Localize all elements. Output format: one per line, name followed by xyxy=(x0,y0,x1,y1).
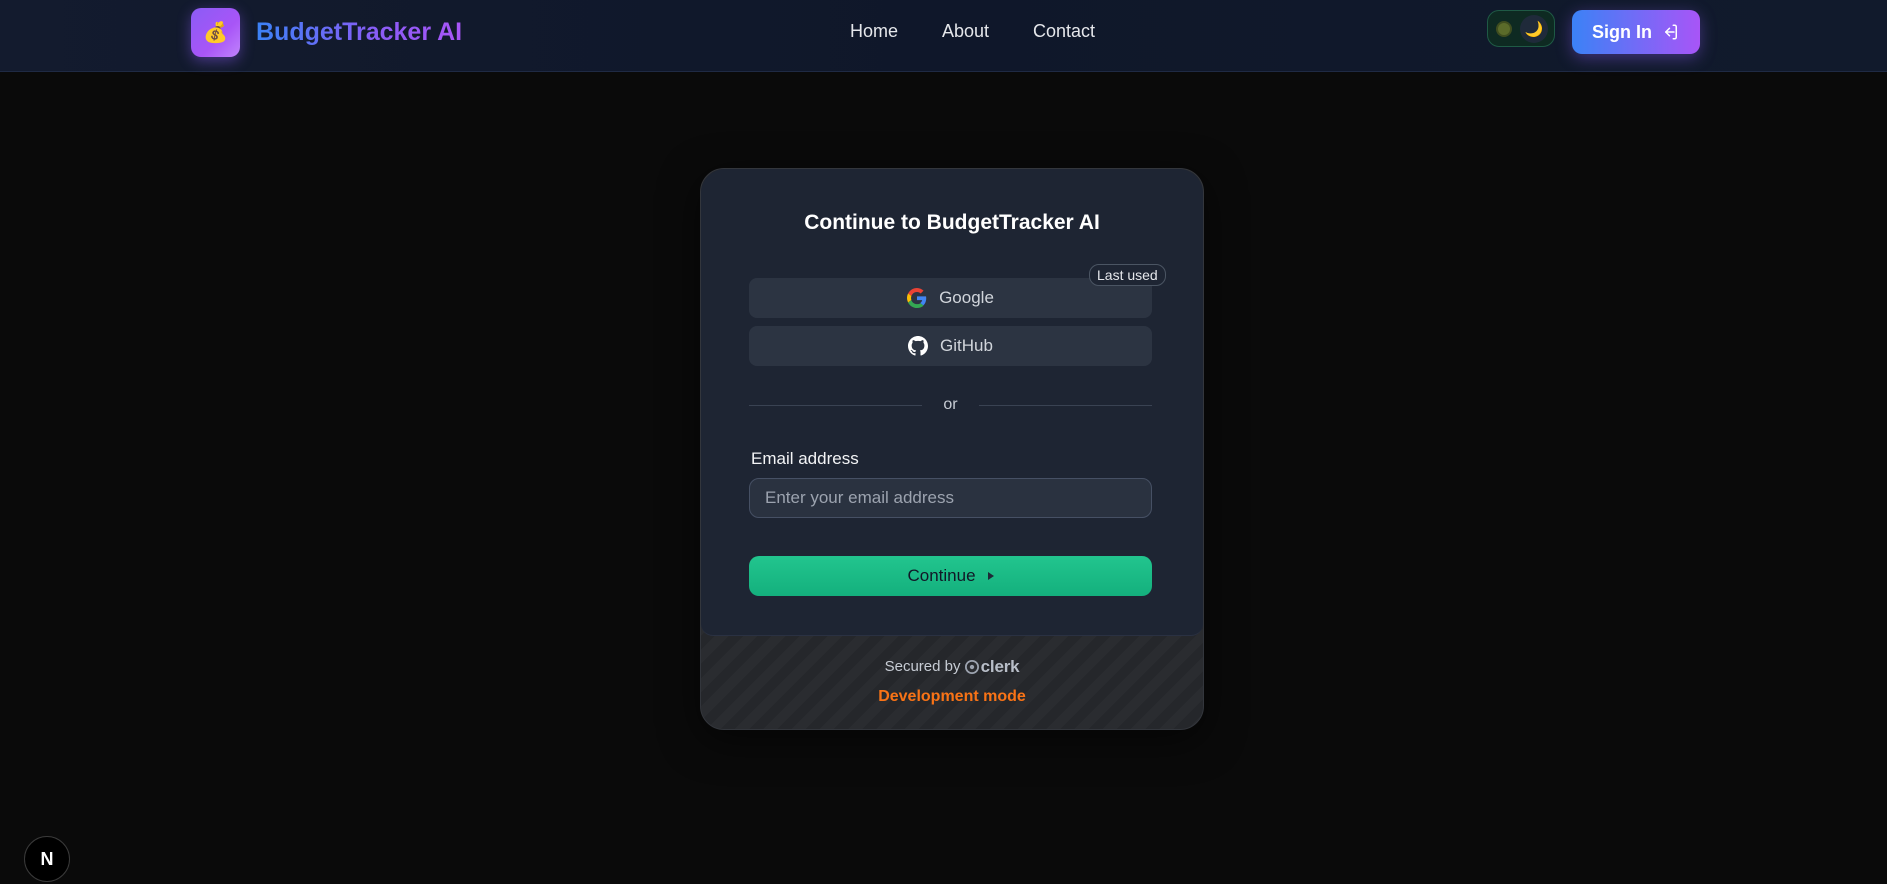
last-used-badge: Last used xyxy=(1089,264,1166,286)
card-title: Continue to BudgetTracker AI xyxy=(804,211,1100,234)
secured-by-text: Secured by xyxy=(884,657,961,675)
nav-home-link[interactable]: Home xyxy=(850,21,898,42)
play-arrow-icon xyxy=(987,572,994,580)
google-icon xyxy=(907,288,927,308)
sign-in-label: Sign In xyxy=(1592,21,1652,42)
google-label: Google xyxy=(939,288,994,307)
sign-in-icon xyxy=(1665,24,1677,40)
moon-icon: 🌙 xyxy=(1520,15,1548,43)
email-input[interactable] xyxy=(749,478,1152,518)
theme-toggle[interactable]: 🌙 xyxy=(1487,10,1555,47)
divider-line-right xyxy=(979,405,1152,406)
github-label: GitHub xyxy=(940,336,993,355)
sign-in-card-body: Continue to BudgetTracker AI Google Last… xyxy=(701,169,1203,636)
nav-contact-link[interactable]: Contact xyxy=(1033,21,1095,42)
development-mode-label: Development mode xyxy=(878,688,1026,705)
sun-icon xyxy=(1498,23,1510,35)
continue-label: Continue xyxy=(907,566,976,585)
continue-button[interactable]: Continue xyxy=(749,556,1152,596)
sign-in-card: Continue to BudgetTracker AI Google Last… xyxy=(700,168,1204,730)
top-header: 💰 BudgetTracker AI Home About Contact 🌙 … xyxy=(0,0,1887,72)
nav-about-link[interactable]: About xyxy=(942,21,989,42)
clerk-mark-icon xyxy=(964,660,979,674)
moon-glyph: 🌙 xyxy=(1524,21,1544,38)
github-sign-in-button[interactable]: GitHub xyxy=(749,326,1152,366)
divider-line-left xyxy=(749,405,922,406)
divider-or: or xyxy=(943,396,958,413)
github-icon xyxy=(908,336,929,356)
google-sign-in-button[interactable]: Google xyxy=(749,278,1152,318)
email-label: Email address xyxy=(751,449,859,468)
nextjs-dev-indicator[interactable]: N xyxy=(24,836,70,882)
secured-by-footer: Secured by clerk xyxy=(701,657,1203,677)
clerk-logo-icon[interactable]: clerk xyxy=(964,657,1020,677)
nextjs-logo-letter: N xyxy=(40,848,54,869)
clerk-brand: clerk xyxy=(980,657,1020,676)
sign-in-button[interactable]: Sign In xyxy=(1572,10,1700,54)
